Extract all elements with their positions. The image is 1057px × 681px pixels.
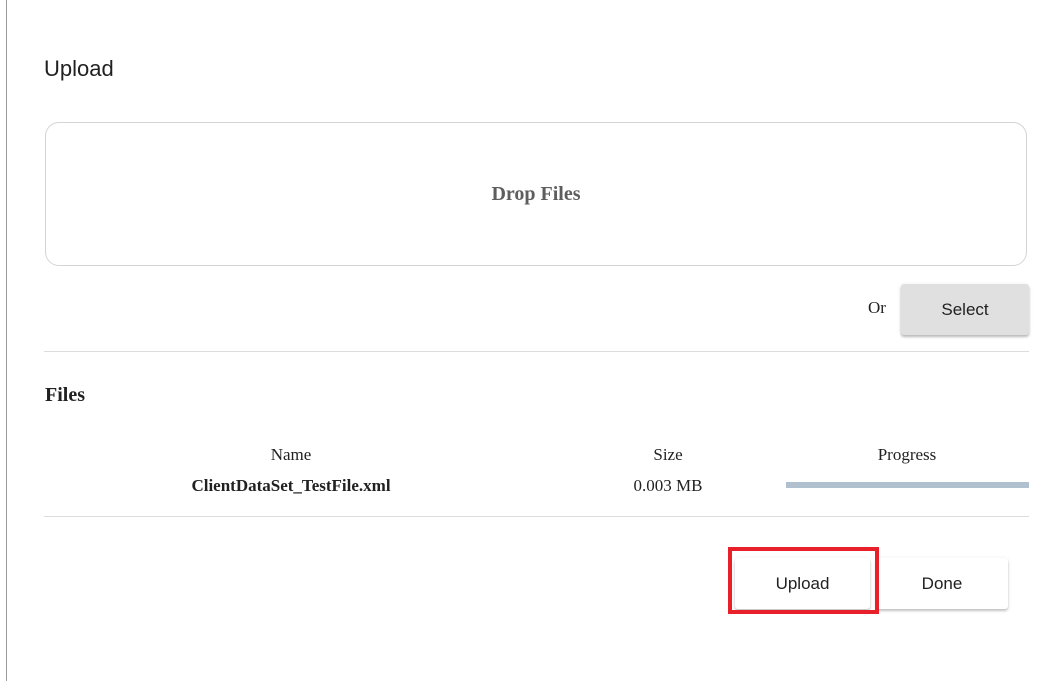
- divider: [44, 351, 1029, 352]
- or-label: Or: [868, 298, 886, 317]
- upload-dialog: Upload Drop Files Or Select Files Name S…: [7, 0, 1057, 681]
- drop-zone[interactable]: Drop Files: [45, 122, 1027, 266]
- file-name: ClientDataSet_TestFile.xml: [191, 476, 391, 495]
- done-button[interactable]: Done: [876, 558, 1008, 609]
- column-header-size: Size: [653, 445, 683, 464]
- dialog-title: Upload: [44, 56, 114, 81]
- column-header-progress: Progress: [877, 445, 937, 464]
- file-size: 0.003 MB: [633, 476, 703, 495]
- drop-zone-label: Drop Files: [491, 182, 581, 205]
- column-header-name: Name: [270, 445, 312, 464]
- upload-button[interactable]: Upload: [735, 558, 870, 609]
- divider: [44, 516, 1029, 517]
- files-heading: Files: [45, 384, 85, 406]
- page: Upload Drop Files Or Select Files Name S…: [0, 0, 1057, 681]
- progress-bar-fill: [786, 482, 1029, 488]
- select-button[interactable]: Select: [901, 284, 1029, 335]
- progress-bar: [786, 482, 1029, 488]
